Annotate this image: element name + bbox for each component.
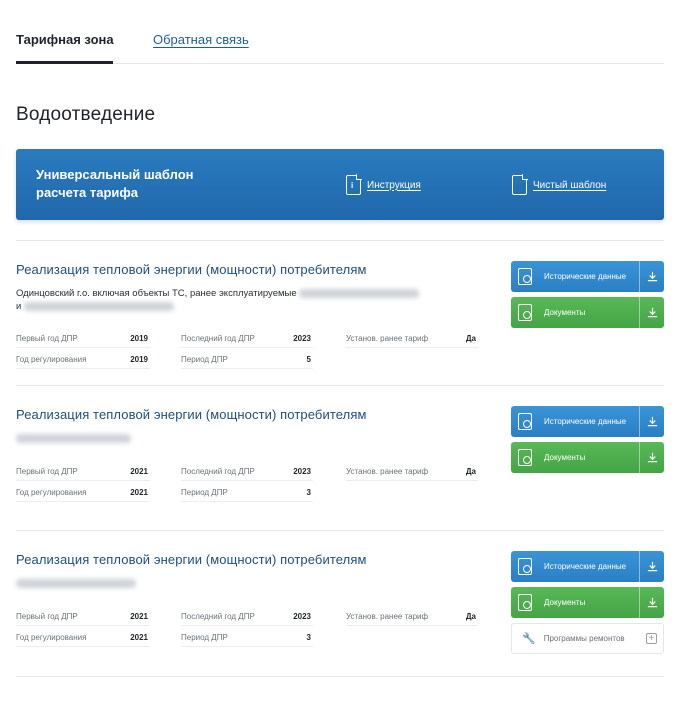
active-tab-indicator — [16, 61, 113, 64]
historical-data-button[interactable]: Исторические данные — [511, 261, 664, 292]
document-clock-icon — [518, 594, 532, 611]
card-description-line-2: и — [16, 301, 22, 312]
last-year-field: Последний год ДПР 2023 — [181, 461, 313, 481]
template-banner: Универсальный шаблон расчета тарифа i Ин… — [16, 149, 664, 220]
download-icon[interactable] — [640, 442, 664, 473]
tariff-set-field: Установ. ранее тариф Да — [346, 606, 478, 626]
documents-button[interactable]: Документы — [511, 442, 664, 473]
tariff-card-1: Реализация тепловой энергии (мощности) п… — [16, 240, 664, 385]
page-title: Водоотведение — [16, 104, 156, 125]
download-icon[interactable] — [640, 406, 664, 437]
document-history-icon — [518, 413, 532, 430]
card-title: Реализация тепловой энергии (мощности) п… — [16, 407, 367, 422]
period-field: Период ДПР 5 — [181, 349, 313, 369]
download-icon[interactable] — [640, 551, 664, 582]
instruction-link[interactable]: i Инструкция — [346, 174, 421, 195]
card-title: Реализация тепловой энергии (мощности) п… — [16, 552, 367, 567]
instruction-label: Инструкция — [367, 179, 421, 191]
last-year-field: Последний год ДПР 2023 — [181, 606, 313, 626]
tariff-card-2: Реализация тепловой энергии (мощности) п… — [16, 385, 664, 530]
first-year-field: Первый год ДПР 2021 — [16, 461, 150, 481]
divider — [16, 676, 664, 677]
period-field: Период ДПР 3 — [181, 627, 313, 647]
tab-bar: Тарифная зона Обратная связь — [16, 0, 664, 64]
download-icon[interactable] — [640, 587, 664, 618]
tariff-card-3: Реализация тепловой энергии (мощности) п… — [16, 530, 664, 676]
card-description — [16, 432, 456, 445]
download-icon[interactable] — [640, 297, 664, 328]
documents-button[interactable]: Документы — [511, 587, 664, 618]
tab-tariff-zone[interactable]: Тарифная зона — [16, 32, 114, 48]
reg-year-field: Год регулирования 2021 — [16, 482, 150, 502]
tariff-set-field: Установ. ранее тариф Да — [346, 461, 478, 481]
redacted-text — [16, 433, 131, 443]
card-title: Реализация тепловой энергии (мощности) п… — [16, 262, 367, 277]
banner-title: Универсальный шаблон расчета тарифа — [36, 167, 194, 200]
redacted-text — [16, 578, 136, 588]
reg-year-field: Год регулирования 2019 — [16, 349, 150, 369]
clean-template-label: Чистый шаблон — [533, 179, 607, 191]
documents-button[interactable]: Документы — [511, 297, 664, 328]
document-info-icon: i — [346, 174, 362, 195]
card-description — [16, 577, 456, 590]
reg-year-field: Год регулирования 2021 — [16, 627, 150, 647]
first-year-field: Первый год ДПР 2021 — [16, 606, 150, 626]
document-history-icon — [518, 268, 532, 285]
redacted-text — [23, 301, 174, 311]
document-clock-icon — [518, 449, 532, 466]
historical-data-button[interactable]: Исторические данные — [511, 551, 664, 582]
plus-icon[interactable]: + — [646, 633, 657, 644]
historical-data-button[interactable]: Исторические данные — [511, 406, 664, 437]
card-description-line-1: Одинцовский г.о. включая объекты ТС, ран… — [16, 288, 297, 299]
last-year-field: Последний год ДПР 2023 — [181, 328, 313, 348]
wrench-icon: 🔧 — [522, 633, 536, 645]
download-icon[interactable] — [640, 261, 664, 292]
tab-feedback[interactable]: Обратная связь — [153, 32, 249, 48]
first-year-field: Первый год ДПР 2019 — [16, 328, 150, 348]
repair-programs-button[interactable]: 🔧 Программы ремонтов + — [511, 623, 664, 654]
document-history-icon — [518, 558, 532, 575]
tariff-set-field: Установ. ранее тариф Да — [346, 328, 478, 348]
redacted-text — [299, 288, 420, 298]
card-description: Одинцовский г.о. включая объекты ТС, ран… — [16, 287, 456, 313]
clean-template-link[interactable]: Чистый шаблон — [512, 174, 607, 195]
document-icon — [512, 174, 528, 195]
document-clock-icon — [518, 304, 532, 321]
period-field: Период ДПР 3 — [181, 482, 313, 502]
